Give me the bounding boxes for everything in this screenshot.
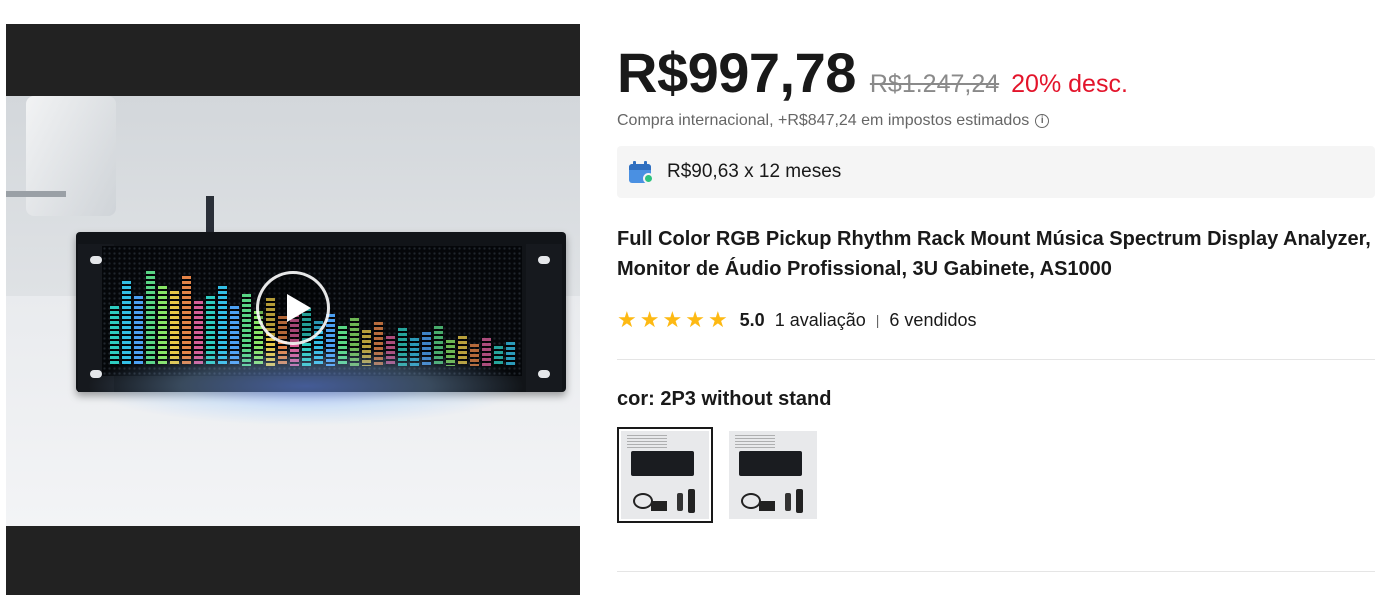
product-title: Full Color RGB Pickup Rhythm Rack Mount … (617, 228, 1371, 280)
star-icon: ★ (662, 307, 683, 332)
variant-label: cor: 2P3 without stand (617, 388, 832, 410)
calendar-icon (629, 161, 654, 184)
rating-stars: ★ ★ ★ ★ ★ (617, 309, 728, 331)
photo-shelf (6, 191, 66, 197)
photo-rack-ear-right (526, 244, 562, 392)
variant-thumbnail (621, 431, 709, 519)
tax-note-text: Compra internacional, +R$847,24 em impos… (617, 112, 1030, 129)
tax-note: Compra internacional, +R$847,24 em impos… (617, 112, 1050, 130)
photo-plastic-wrap (26, 96, 116, 216)
star-icon: ★ (685, 307, 705, 332)
rating-score: 5.0 (739, 309, 765, 330)
star-icon: ★ (707, 307, 728, 332)
photo-rack-post (206, 196, 214, 236)
original-price: R$1.247,24 (869, 70, 1000, 98)
play-video-button[interactable] (256, 271, 330, 345)
product-info-panel: R$997,78 R$1.247,24 20% desc. Compra int… (617, 40, 1375, 572)
variant-option-1[interactable] (617, 427, 713, 523)
rating-row: ★ ★ ★ ★ ★ 5.0 1 avaliação | 6 vendidos (617, 308, 977, 332)
info-icon[interactable]: i (1035, 114, 1050, 128)
photo-light-glow (86, 346, 526, 426)
variant-swatches (617, 427, 817, 523)
installment-box[interactable]: R$90,63 x 12 meses (617, 146, 1375, 198)
variant-option-2[interactable] (729, 431, 817, 519)
sold-count: 6 vendidos (889, 309, 977, 330)
installment-text: R$90,63 x 12 meses (667, 161, 842, 182)
discount-badge: 20% desc. (1011, 70, 1128, 98)
divider (617, 571, 1375, 572)
reviews-link[interactable]: 1 avaliação (775, 310, 866, 331)
star-icon: ★ (617, 307, 637, 332)
price-row: R$997,78 R$1.247,24 20% desc. (617, 40, 1375, 110)
current-price: R$997,78 (617, 41, 856, 104)
variant-thumbnail (729, 431, 817, 519)
star-icon: ★ (639, 307, 660, 332)
rating-separator: | (875, 312, 880, 328)
product-media-viewer[interactable] (6, 24, 580, 595)
divider (617, 359, 1375, 360)
